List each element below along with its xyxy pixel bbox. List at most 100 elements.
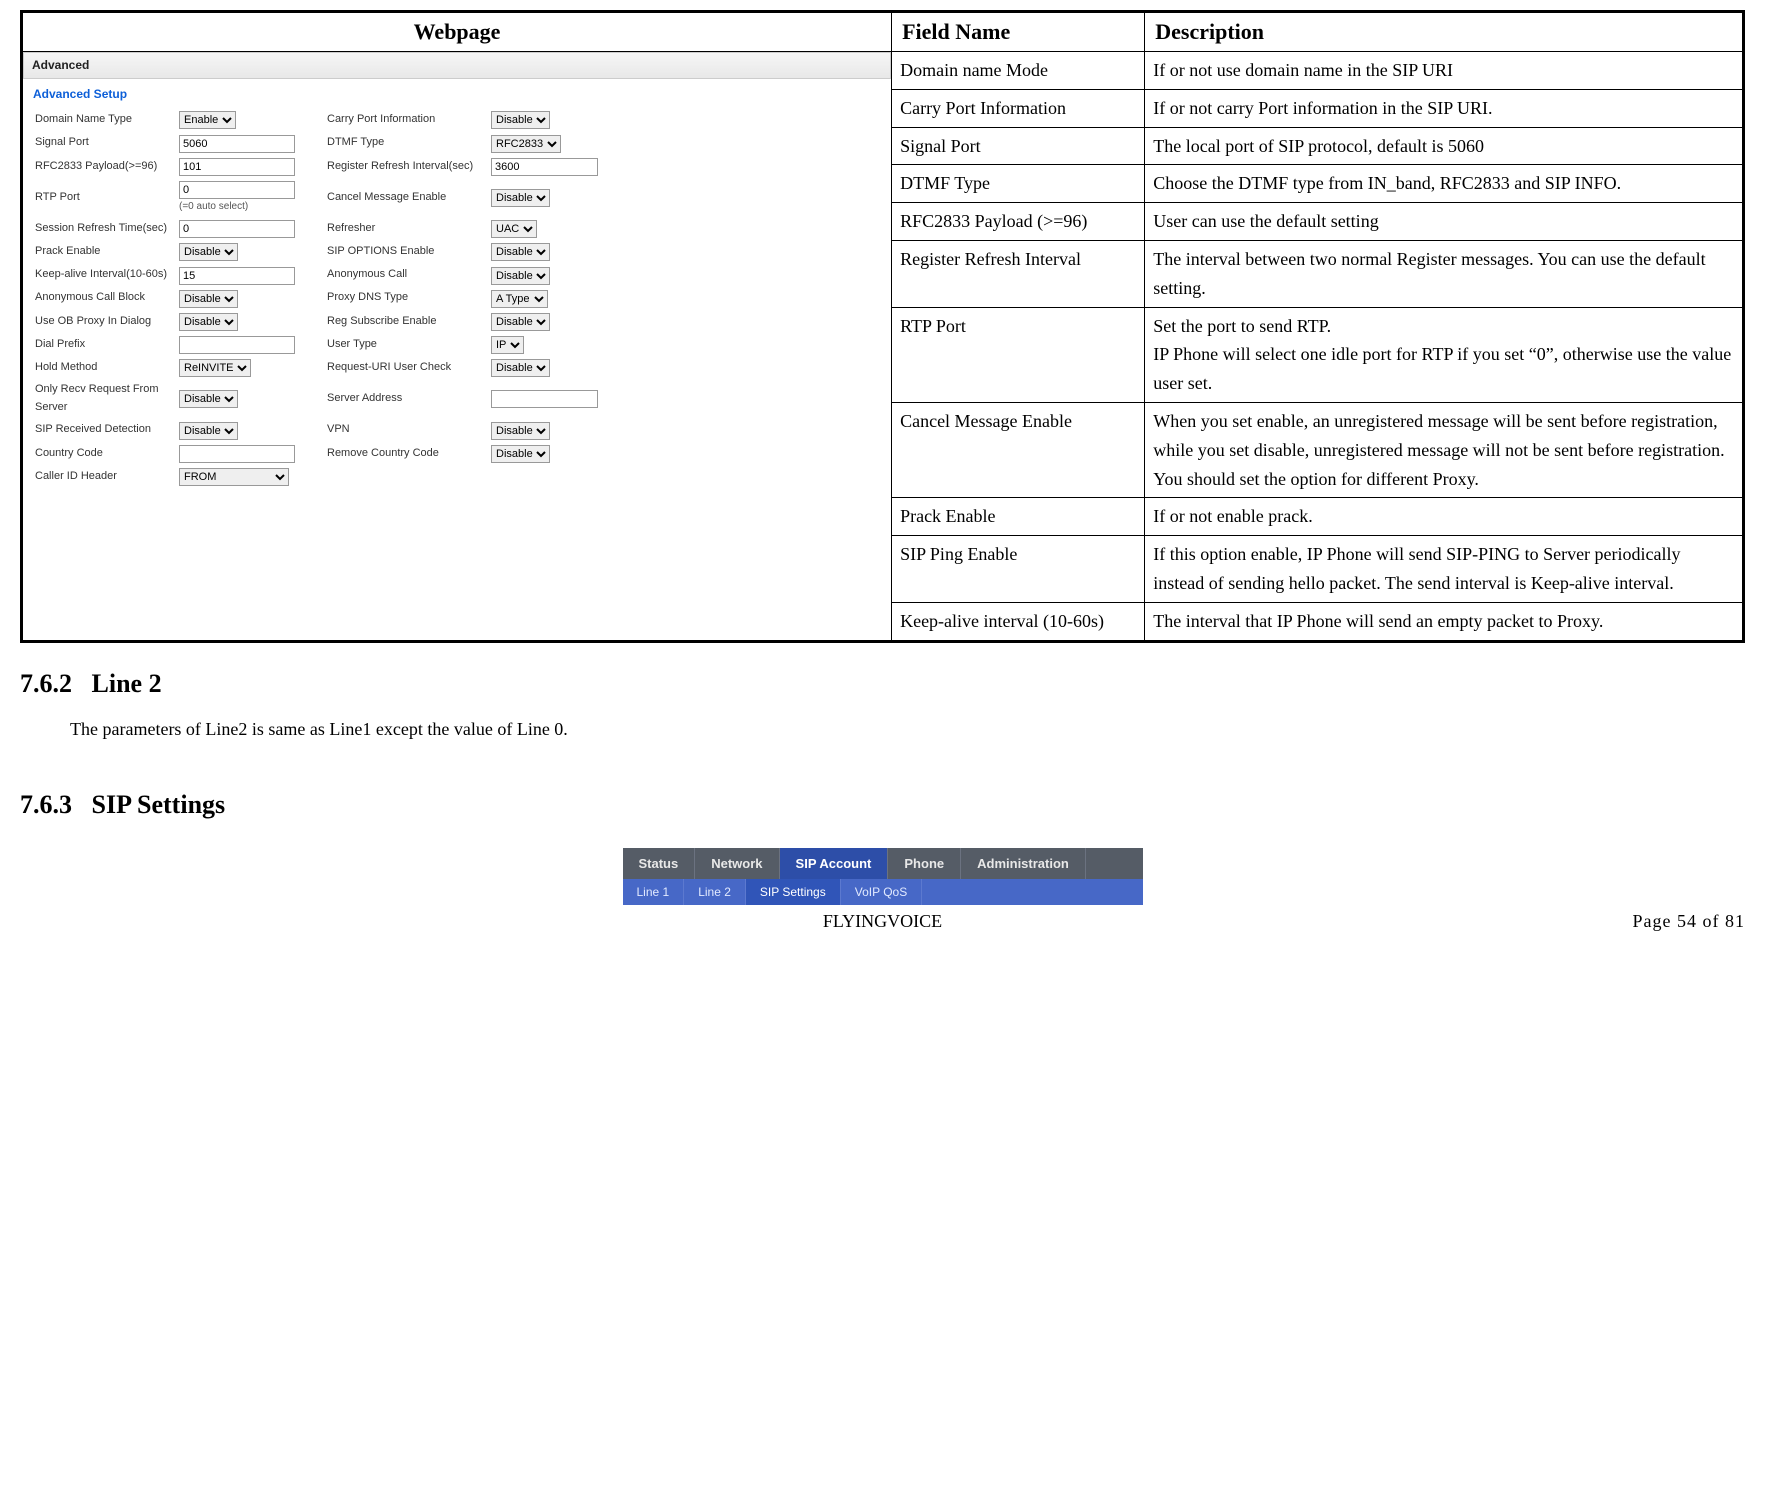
- section-heading-sip: 7.6.3 SIP Settings: [20, 790, 1745, 820]
- field-select[interactable]: Disable: [491, 359, 550, 377]
- field-name: Carry Port Information: [892, 89, 1145, 127]
- field-desc: If or not use domain name in the SIP URI: [1145, 52, 1744, 90]
- advanced-grid: Domain Name TypeEnable Carry Port Informa…: [23, 106, 891, 500]
- field-select[interactable]: Disable: [179, 390, 238, 408]
- field-label: Signal Port: [35, 134, 175, 152]
- field-label: Register Refresh Interval(sec): [327, 158, 487, 176]
- field-label: VPN: [327, 421, 487, 439]
- main-tabs: StatusNetworkSIP AccountPhoneAdministrat…: [623, 848, 1143, 879]
- field-desc: The interval between two normal Register…: [1145, 240, 1744, 307]
- main-tab[interactable]: Network: [695, 848, 779, 879]
- field-select[interactable]: Disable: [491, 445, 550, 463]
- field-label: Proxy DNS Type: [327, 289, 487, 307]
- field-label: RTP Port: [35, 189, 175, 207]
- field-desc: Choose the DTMF type from IN_band, RFC28…: [1145, 165, 1744, 203]
- field-desc: Set the port to send RTP. IP Phone will …: [1145, 307, 1744, 402]
- field-select[interactable]: Disable: [491, 189, 550, 207]
- field-label: Request-URI User Check: [327, 359, 487, 377]
- field-label: Use OB Proxy In Dialog: [35, 313, 175, 331]
- page-footer: FLYINGVOICE Page 54 of 81: [20, 911, 1745, 932]
- field-select[interactable]: ReINVITE: [179, 359, 251, 377]
- field-input[interactable]: [179, 267, 295, 285]
- field-label: Domain Name Type: [35, 111, 175, 129]
- field-name: Keep-alive interval (10-60s): [892, 602, 1145, 641]
- field-input[interactable]: [179, 220, 295, 238]
- field-select[interactable]: Disable: [491, 313, 550, 331]
- field-note: (=0 auto select): [179, 199, 299, 215]
- field-label: SIP Received Detection: [35, 421, 175, 439]
- field-label: Country Code: [35, 445, 175, 463]
- field-input[interactable]: [179, 445, 295, 463]
- section-title: SIP Settings: [92, 790, 226, 819]
- section-number: 7.6.2: [20, 669, 72, 699]
- field-desc: If this option enable, IP Phone will sen…: [1145, 536, 1744, 603]
- field-select[interactable]: Disable: [491, 422, 550, 440]
- field-name: Register Refresh Interval: [892, 240, 1145, 307]
- field-label: Cancel Message Enable: [327, 189, 487, 207]
- field-label: Session Refresh Time(sec): [35, 220, 175, 238]
- field-select[interactable]: Disable: [179, 290, 238, 308]
- field-desc: The interval that IP Phone will send an …: [1145, 602, 1744, 641]
- field-label: Dial Prefix: [35, 336, 175, 354]
- field-label: Hold Method: [35, 359, 175, 377]
- field-input[interactable]: [179, 336, 295, 354]
- field-label: User Type: [327, 336, 487, 354]
- field-label: Carry Port Information: [327, 111, 487, 129]
- field-desc: The local port of SIP protocol, default …: [1145, 127, 1744, 165]
- field-select[interactable]: Disable: [491, 267, 550, 285]
- nav-screenshot: StatusNetworkSIP AccountPhoneAdministrat…: [623, 848, 1143, 905]
- field-input[interactable]: [179, 181, 295, 199]
- sub-tabs: Line 1Line 2SIP SettingsVoIP QoS: [623, 879, 1143, 905]
- sub-tab[interactable]: SIP Settings: [746, 879, 841, 905]
- field-label: Keep-alive Interval(10-60s): [35, 266, 175, 284]
- field-input[interactable]: [179, 158, 295, 176]
- section-number: 7.6.3: [20, 790, 72, 820]
- field-select[interactable]: A Type: [491, 290, 548, 308]
- field-select[interactable]: Disable: [491, 111, 550, 129]
- field-label: Server Address: [327, 390, 487, 408]
- field-select[interactable]: IP: [491, 336, 524, 354]
- field-select[interactable]: Disable: [179, 313, 238, 331]
- main-tab[interactable]: SIP Account: [780, 848, 889, 879]
- field-label: Prack Enable: [35, 243, 175, 261]
- field-input[interactable]: [491, 158, 598, 176]
- field-select[interactable]: UAC: [491, 220, 537, 238]
- field-select[interactable]: Disable: [179, 243, 238, 261]
- field-select[interactable]: RFC2833: [491, 135, 561, 153]
- col-webpage: Webpage: [22, 12, 892, 52]
- field-label: Remove Country Code: [327, 445, 487, 463]
- webpage-screenshot: Advanced Advanced Setup Domain Name Type…: [22, 52, 892, 642]
- main-tab[interactable]: Phone: [888, 848, 961, 879]
- field-label: RFC2833 Payload(>=96): [35, 158, 175, 176]
- field-desc: If or not enable prack.: [1145, 498, 1744, 536]
- field-desc: User can use the default setting: [1145, 203, 1744, 241]
- field-input[interactable]: [179, 135, 295, 153]
- section-heading-line2: 7.6.2 Line 2: [20, 669, 1745, 699]
- field-name: Cancel Message Enable: [892, 402, 1145, 497]
- field-name: RTP Port: [892, 307, 1145, 402]
- field-desc: If or not carry Port information in the …: [1145, 89, 1744, 127]
- field-desc: When you set enable, an unregistered mes…: [1145, 402, 1744, 497]
- field-label: SIP OPTIONS Enable: [327, 243, 487, 261]
- field-name: Prack Enable: [892, 498, 1145, 536]
- sub-tab[interactable]: Line 2: [684, 879, 746, 905]
- main-tab[interactable]: Administration: [961, 848, 1086, 879]
- field-name: Signal Port: [892, 127, 1145, 165]
- footer-brand: FLYINGVOICE: [595, 911, 1170, 932]
- field-select[interactable]: Disable: [179, 422, 238, 440]
- line2-body: The parameters of Line2 is same as Line1…: [70, 719, 1745, 740]
- field-input[interactable]: [491, 390, 598, 408]
- col-fieldname: Field Name: [892, 12, 1145, 52]
- field-select[interactable]: Disable: [491, 243, 550, 261]
- sub-tab[interactable]: Line 1: [623, 879, 685, 905]
- field-label: Anonymous Call: [327, 266, 487, 284]
- field-select[interactable]: Enable: [179, 111, 236, 129]
- advanced-setup-title: Advanced Setup: [23, 79, 891, 106]
- field-label: Anonymous Call Block: [35, 289, 175, 307]
- sub-tab[interactable]: VoIP QoS: [841, 879, 922, 905]
- section-title: Line 2: [92, 669, 162, 698]
- main-tab[interactable]: Status: [623, 848, 696, 879]
- field-label: Only Recv Request From Server: [35, 381, 175, 416]
- field-select[interactable]: FROM: [179, 468, 289, 486]
- field-name: Domain name Mode: [892, 52, 1145, 90]
